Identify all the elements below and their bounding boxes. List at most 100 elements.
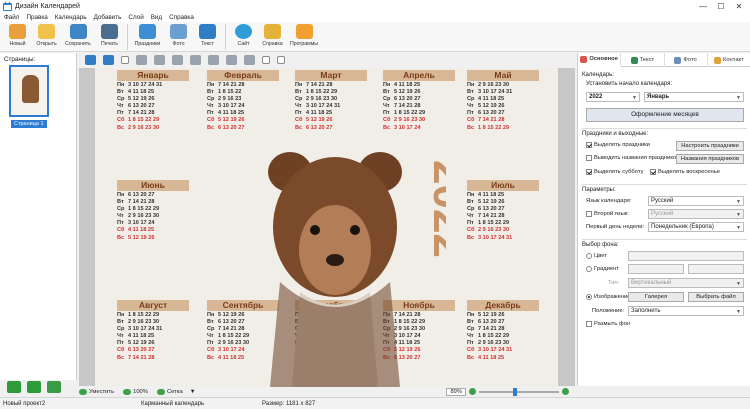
menu-add[interactable]: Добавить [94,14,122,21]
month-select[interactable]: Январь ▼ [644,92,744,102]
color-radio[interactable]: Цвет [586,253,607,259]
blur-background-checkbox[interactable]: Размыть фон [586,321,630,327]
menu-help[interactable]: Справка [169,14,194,21]
second-language-checkbox[interactable]: Второй язык: [586,211,629,217]
week-row: Вс 7 14 21 28 [117,355,189,362]
gradient-radio[interactable]: Градиент [586,266,619,272]
help-button[interactable]: Справка [258,22,287,52]
holiday-names-button[interactable]: Названия праздников [676,154,744,164]
day-numbers: 6 13 20 27 [128,192,155,198]
gradient-color-2[interactable] [688,264,744,274]
week-row: Вт 4 11 18 25 [117,89,189,96]
tab-text[interactable]: Текст [621,53,665,67]
menu-file[interactable]: Файл [4,14,19,21]
actual-size-toggle[interactable]: 100% [123,388,148,395]
new-button[interactable]: Новый [3,22,32,52]
placement-select[interactable]: Заполнить ▼ [628,306,744,316]
duplicate-page-icon[interactable] [27,381,41,393]
placement-label: Положение: [592,308,625,314]
photo-button[interactable]: Фото [164,22,193,52]
crop-icon[interactable] [277,56,285,64]
paste-icon[interactable] [226,55,237,65]
checkbox-box [586,155,592,161]
second-language-select[interactable]: Русский ▼ [648,209,744,219]
show-holiday-names-checkbox[interactable]: Выводить названия праздников [586,155,679,161]
distribute-icon[interactable] [190,55,201,65]
menu-calendar[interactable]: Календарь [55,14,87,21]
redo-icon[interactable] [103,55,114,65]
copy-icon[interactable] [208,55,219,65]
ribbon-separator [127,24,128,50]
delete-page-icon[interactable] [47,381,61,393]
gradient-color-1[interactable] [628,264,684,274]
contact-tab-icon [713,56,721,64]
color-picker[interactable] [628,251,744,261]
zoom-value[interactable]: 89% [446,387,467,396]
highlight-holidays-checkbox[interactable]: Выделять праздники [586,142,650,148]
month-block[interactable]: Август Пн 1 8 15 22 29 Вт 2 9 16 23 30 Ср 3 10… [117,300,189,362]
dog-photo[interactable] [260,142,410,387]
month-block[interactable]: Июль Пн 4 11 18 25 Вт 5 12 19 26 Ср 6 13 20 27… [467,180,539,242]
month-block[interactable]: Февраль Пн 7 14 21 28 Вт 1 8 15 22 Ср 2 9 16 2… [207,70,279,132]
calendar-language-select[interactable]: Русский ▼ [648,196,744,206]
grid-dropdown-icon[interactable]: ▼ [190,389,196,395]
weekday-label: Сб [117,347,125,354]
text-button[interactable]: Текст [193,22,222,52]
maximize-icon[interactable]: ☐ [712,0,730,12]
year-select[interactable]: 2022 ▼ [586,92,640,102]
month-header: Декабрь [467,300,539,311]
zoom-slider[interactable] [479,387,560,396]
zoom-out-icon[interactable] [469,388,477,395]
delete-icon[interactable] [244,55,255,65]
menu-view[interactable]: Вид [151,14,162,21]
layer-up-icon[interactable] [136,55,147,65]
align-icon[interactable] [172,55,183,65]
configure-holidays-button[interactable]: Настроить праздники [676,141,744,151]
choose-file-button[interactable]: Выбрать файл [688,292,744,302]
holidays-button[interactable]: Праздники [131,22,164,52]
zoom-slider-handle[interactable] [513,387,518,396]
weekday-label: Сб [207,117,215,124]
fit-toggle[interactable]: Уместить [79,388,114,395]
month-block[interactable]: Май Пн 2 9 16 23 30 Вт 3 10 17 24 31 Ср 4 11 1… [467,70,539,132]
tab-photo[interactable]: Фото [665,53,708,67]
grid-toggle[interactable]: Сетка [156,388,183,395]
month-block[interactable]: Апрель Пн 4 11 18 25 Вт 5 12 19 26 Ср 6 13 20 … [383,70,455,132]
tab-main[interactable]: Основное [578,53,622,67]
month-block[interactable]: Декабрь Пн 5 12 19 26 Вт 6 13 20 27 Ср 7 14 21… [467,300,539,362]
first-day-select[interactable]: Понедельник (Европа) ▼ [648,222,744,232]
month-block[interactable]: Июнь Пн 6 13 20 27 Вт 7 14 21 28 Ср 1 8 15 22 … [117,180,189,242]
close-icon[interactable]: ✕ [730,0,748,12]
month-block[interactable]: Январь Пн 3 10 17 24 31 Вт 4 11 18 25 Ср 5 12 … [117,70,189,132]
gradient-type-select[interactable]: Вертикальный ▼ [628,278,744,288]
minimize-icon[interactable]: — [694,0,712,12]
page-thumbnail[interactable] [9,65,49,117]
undo-icon[interactable] [85,55,96,65]
programs-button[interactable]: Программы [287,22,321,52]
radio-circle [586,294,592,300]
save-button[interactable]: Сохранить [61,22,95,52]
print-button[interactable]: Печать [95,22,124,52]
site-button[interactable]: Сайт [229,22,258,52]
highlight-sunday-checkbox[interactable]: Выделять воскресенье [650,169,720,175]
week-row: Вт 5 12 19 26 [467,199,539,206]
tab-contact[interactable]: Контакт [708,53,750,67]
gallery-button[interactable]: Галерея [628,292,684,302]
lock-icon[interactable] [262,56,270,64]
month-block[interactable]: Март Пн 7 14 21 28 Вт 1 8 15 22 29 Ср 2 9 16 2… [295,70,367,132]
layer-down-icon[interactable] [154,55,165,65]
week-row: Вт 6 13 20 27 [467,319,539,326]
highlight-saturday-checkbox[interactable]: Выделять субботу [586,169,643,175]
add-page-icon[interactable] [7,381,21,393]
day-numbers: 4 11 18 25 [478,96,505,103]
menu-edit[interactable]: Правка [26,14,47,21]
months-design-button[interactable]: Оформление месяцев [586,108,744,122]
chevron-down-icon: ▼ [736,95,741,101]
open-button[interactable]: Открыть [32,22,61,52]
menu-layer[interactable]: Слой [128,14,143,21]
frame-icon[interactable] [121,56,129,64]
year-text[interactable]: 2022 [390,160,446,300]
image-radio[interactable]: Изображение [586,294,631,300]
zoom-in-icon[interactable] [562,388,570,395]
day-numbers: 4 11 18 25 [306,110,333,117]
